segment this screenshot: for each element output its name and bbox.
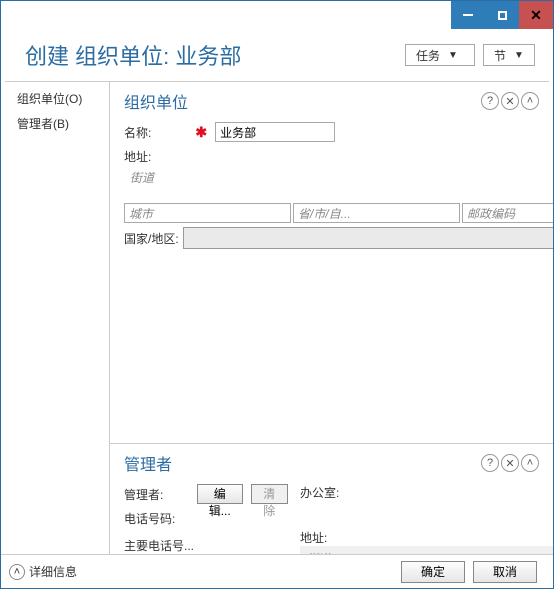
name-input[interactable] <box>215 122 335 142</box>
details-label: 详细信息 <box>29 563 77 580</box>
tasks-dropdown[interactable]: 任务 ▼ <box>405 44 475 66</box>
section-ou-icons: ? ✕ ˄ <box>481 92 539 110</box>
ok-button[interactable]: 确定 <box>401 561 465 583</box>
header-controls: 任务 ▼ 节 ▼ <box>405 44 535 66</box>
window: ✕ 创建 组织单位: 业务部 任务 ▼ 节 ▼ 组织单位(O) 管理者(B) <box>0 0 554 589</box>
help-icon[interactable]: ? <box>481 92 499 110</box>
mgr-addr-label: 地址: <box>300 529 553 546</box>
close-section-icon[interactable]: ✕ <box>501 92 519 110</box>
country-label: 国家/地区: <box>124 230 179 247</box>
collapse-icon[interactable]: ˄ <box>521 454 539 472</box>
phone-label: 电话号码: <box>124 512 175 526</box>
sections-dropdown[interactable]: 节 ▼ <box>483 44 535 66</box>
mgr-label: 管理者: <box>124 486 181 503</box>
edit-button[interactable]: 编辑... <box>197 484 243 504</box>
section-mgr: 管理者 ? ✕ ˄ 管理者: 编辑... 清除 <box>110 444 553 554</box>
chevron-down-icon: ▼ <box>448 50 458 61</box>
titlebar: ✕ <box>1 1 553 29</box>
main-panel: 组织单位 ? ✕ ˄ 名称: ✱ <box>109 82 553 554</box>
city-input[interactable] <box>124 203 291 223</box>
mgr-street-ph: 街道 <box>306 552 330 554</box>
dialog-header: 创建 组织单位: 业务部 任务 ▼ 节 ▼ <box>1 29 553 81</box>
main-phone-label: 主要电话号... <box>124 539 194 553</box>
ou-address-block: 地址: 街道 国家/地区: <box>124 148 553 249</box>
collapse-icon[interactable]: ˄ <box>521 92 539 110</box>
help-icon[interactable]: ? <box>481 454 499 472</box>
section-ou-title: 组织单位 <box>124 89 188 113</box>
street-input[interactable]: 街道 <box>124 165 314 201</box>
section-mgr-icons: ? ✕ ˄ <box>481 454 539 472</box>
office-label: 办公室: <box>300 486 339 500</box>
nav-item-ou[interactable]: 组织单位(O) <box>17 90 103 107</box>
left-nav: 组织单位(O) 管理者(B) <box>1 82 109 554</box>
expand-up-icon: ˄ <box>9 564 25 580</box>
chevron-down-icon: ▼ <box>514 50 524 61</box>
sections-label: 节 <box>494 47 506 64</box>
close-section-icon[interactable]: ✕ <box>501 454 519 472</box>
country-select[interactable] <box>183 227 553 249</box>
dialog-title-name: 业务部 <box>175 44 241 69</box>
section-mgr-title: 管理者 <box>124 451 172 475</box>
dialog-body: 组织单位(O) 管理者(B) 组织单位 ? ✕ ˄ <box>1 82 553 554</box>
close-button[interactable]: ✕ <box>519 1 553 29</box>
addr-label: 地址: <box>124 148 553 165</box>
name-label: 名称: <box>124 124 151 141</box>
ou-left-col: 名称: ✱ 地址: 街道 <box>124 122 553 429</box>
section-ou: 组织单位 ? ✕ ˄ 名称: ✱ <box>110 82 553 444</box>
street-ph: 街道 <box>130 171 154 185</box>
minimize-button[interactable] <box>451 1 485 29</box>
mgr-street-input[interactable]: 街道 <box>300 546 553 554</box>
clear-button[interactable]: 清除 <box>251 484 289 504</box>
mgr-right-col: 办公室: 地址: 街道 国家/地区: <box>300 484 553 554</box>
dialog-title-prefix: 创建 组织单位: <box>25 44 175 69</box>
zip-input[interactable] <box>462 203 553 223</box>
details-expander[interactable]: ˄ 详细信息 <box>9 563 77 580</box>
maximize-button[interactable] <box>485 1 519 29</box>
nav-item-mgr[interactable]: 管理者(B) <box>17 115 103 132</box>
cancel-button[interactable]: 取消 <box>473 561 537 583</box>
dialog-title: 创建 组织单位: 业务部 <box>25 39 241 71</box>
tasks-label: 任务 <box>416 47 440 64</box>
mgr-left-col: 管理者: 编辑... 清除 电话号码: 主要电话号... 移动电话号... 传真… <box>124 484 288 554</box>
state-input[interactable] <box>293 203 460 223</box>
required-icon: ✱ <box>195 124 207 141</box>
dialog-footer: ˄ 详细信息 确定 取消 <box>1 554 553 588</box>
